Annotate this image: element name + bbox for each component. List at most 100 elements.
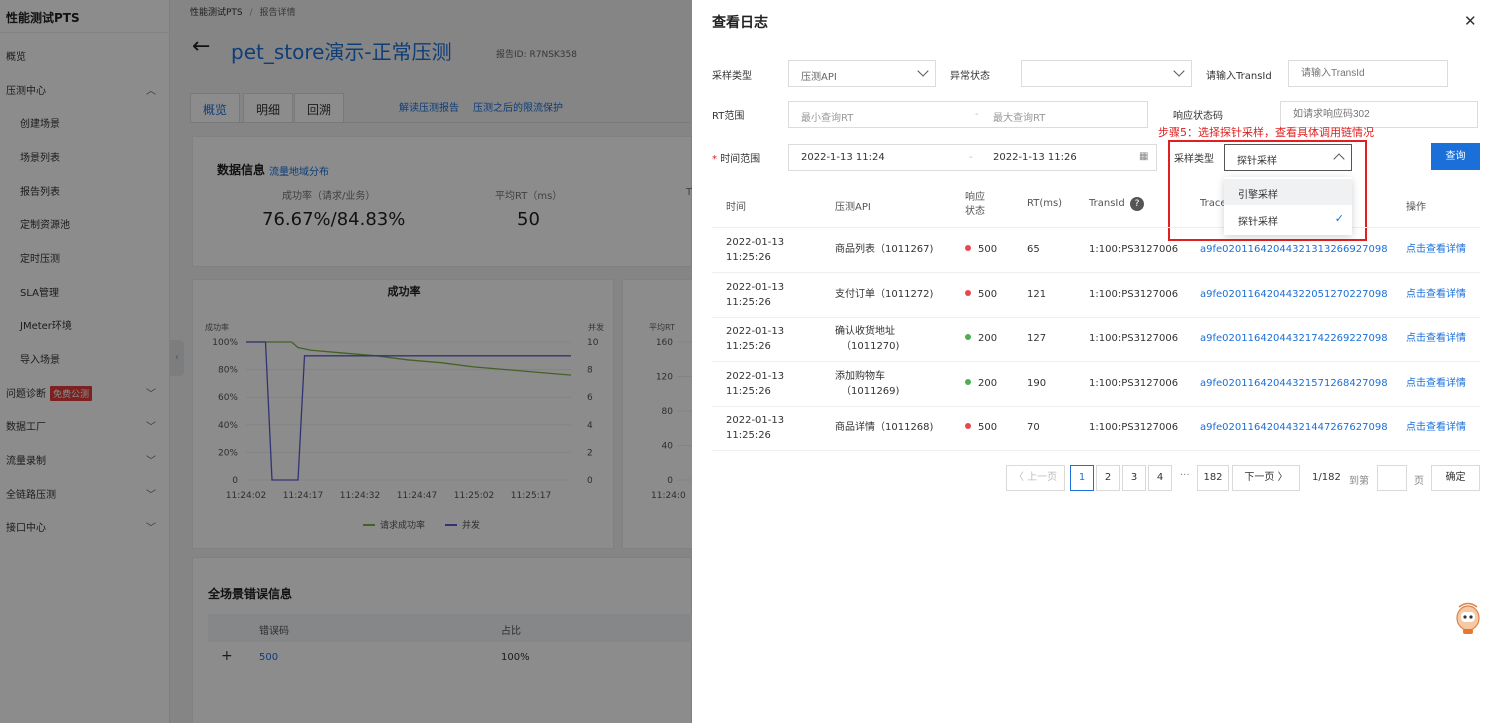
row-time: 11:25:26 xyxy=(726,385,771,397)
view-detail-link[interactable]: 点击查看详情 xyxy=(1406,333,1466,344)
col-rt: RT(ms) xyxy=(1027,198,1063,209)
row-rt: 65 xyxy=(1027,244,1040,255)
sampling-dropdown: 引擎采样 探针采样 ✓ xyxy=(1224,177,1352,235)
checkmark-icon: ✓ xyxy=(1334,212,1344,225)
table-cell: 190 xyxy=(1027,376,1046,391)
prev-page-button[interactable]: 〈 上一页 xyxy=(1006,465,1065,491)
chevron-down-icon xyxy=(1173,65,1185,77)
table-cell: 1:100:PS3127006 xyxy=(1089,420,1178,435)
goto-page-input[interactable] xyxy=(1377,465,1407,491)
time-range-picker[interactable]: 2022-1-13 11:24 - 2022-1-13 11:26 ▦ xyxy=(788,144,1157,171)
table-cell: 500 xyxy=(965,287,997,302)
time-range-label: * 时间范围 xyxy=(712,150,760,165)
col-trace: Trace xyxy=(1200,198,1227,209)
rt-min-input[interactable]: 最小查询RT xyxy=(801,113,853,124)
query-button[interactable]: 查询 xyxy=(1431,143,1480,170)
page-4[interactable]: 4 xyxy=(1148,465,1172,491)
row-trace-link[interactable]: a9fe0201164204432157126842709​8 xyxy=(1200,378,1388,389)
time-range-dash: - xyxy=(969,152,973,163)
view-detail-link[interactable]: 点击查看详情 xyxy=(1406,289,1466,300)
table-row: 2022-01-13 11:25:26 添加购物车 （1011269) 200 190 1:… xyxy=(712,362,1480,407)
drawer-title: 查看日志 xyxy=(712,15,768,31)
row-transid: 1:100:PS3127006 xyxy=(1089,333,1179,344)
log-drawer: 查看日志 ✕ 采样类型 压测API 异常状态 请输入TransId RT范围 最… xyxy=(692,0,1500,723)
table-cell: a9fe0201164204432174226922709​8 xyxy=(1200,331,1388,346)
row-time: 11:25:26 xyxy=(726,296,771,308)
row-api: 支付订单（1011272) xyxy=(835,288,934,300)
row-rt: 70 xyxy=(1027,422,1040,433)
view-detail-link[interactable]: 点击查看详情 xyxy=(1406,244,1466,255)
table-cell: 2022-01-13 11:25:26 xyxy=(726,369,784,399)
row-trace-link[interactable]: a9fe0201164204432174226922709​8 xyxy=(1200,333,1388,344)
col-action: 操作 xyxy=(1406,202,1426,213)
help-icon[interactable]: ? xyxy=(1130,197,1144,211)
status-dot xyxy=(965,289,971,296)
table-cell: 商品详情（1011268) xyxy=(835,420,933,435)
row-date: 2022-01-13 xyxy=(726,326,785,337)
col-api: 压测API xyxy=(835,202,871,213)
goto-confirm-button[interactable]: 确定 xyxy=(1431,465,1480,491)
table-cell: 添加购物车 （1011269) xyxy=(835,369,899,399)
row-transid: 1:100:PS3127006 xyxy=(1089,377,1179,389)
rt-range-input[interactable]: 最小查询RT - 最大查询RT xyxy=(788,101,1148,128)
view-detail-link[interactable]: 点击查看详情 xyxy=(1406,378,1466,389)
table-cell: 121 xyxy=(1027,287,1046,302)
page-3[interactable]: 3 xyxy=(1122,465,1146,491)
table-cell: 200 xyxy=(965,331,997,346)
rt-max-input[interactable]: 最大查询RT xyxy=(993,109,1045,124)
modal-backdrop[interactable] xyxy=(0,0,692,723)
view-detail-link[interactable]: 点击查看详情 xyxy=(1406,422,1466,433)
table-cell: a9fe0201164204432157126842709​8 xyxy=(1200,376,1388,391)
table-cell: 点击查看详情 xyxy=(1406,287,1466,302)
row-api: 商品列表（1011267) xyxy=(835,244,934,255)
row-rt: 190 xyxy=(1027,377,1047,389)
transid-label: 请输入TransId xyxy=(1206,71,1272,82)
table-cell: 1:100:PS3127006 xyxy=(1089,376,1178,391)
next-page-button[interactable]: 下一页 〉 xyxy=(1232,465,1300,491)
sampling-type-select[interactable]: 探针采样 xyxy=(1224,144,1352,171)
table-cell: 点击查看详情 xyxy=(1406,420,1466,435)
time-start[interactable]: 2022-1-13 11:24 xyxy=(801,152,885,163)
table-row: 2022-01-13 11:25:26 商品详情（1011268) 500 70 1:10… xyxy=(712,406,1480,451)
table-cell: 确认收货地址 （1011270) xyxy=(835,324,899,354)
row-trace-link[interactable]: a9fe0201164204432205127022709​8 xyxy=(1200,289,1388,300)
dropdown-option-engine[interactable]: 引擎采样 xyxy=(1224,179,1352,205)
page-last[interactable]: 182 xyxy=(1197,465,1229,491)
page-1[interactable]: 1 xyxy=(1070,465,1094,491)
table-cell: 500 xyxy=(965,420,997,435)
table-cell: 1:100:PS3127006 xyxy=(1089,287,1178,302)
row-api: 添加购物车 xyxy=(835,370,885,382)
table-cell: a9fe020116420443213132669270​98 xyxy=(1200,242,1388,257)
table-cell: a9fe0201164204432144726762709​8 xyxy=(1200,420,1388,435)
status-dot xyxy=(965,245,971,251)
rt-range-dash: - xyxy=(975,109,979,120)
error-state-select[interactable] xyxy=(1021,60,1192,87)
row-transid: 1:100:PS3127006 xyxy=(1089,244,1179,255)
assistant-mascot-icon[interactable] xyxy=(1454,598,1482,636)
time-end[interactable]: 2022-1-13 11:26 xyxy=(993,152,1077,163)
table-cell: 70 xyxy=(1027,420,1040,435)
required-mark: * xyxy=(712,154,717,165)
table-cell: 1:100:PS3127006 xyxy=(1089,242,1178,257)
row-time: 11:25:26 xyxy=(726,430,771,441)
row-trace-link[interactable]: a9fe020116420443213132669270​98 xyxy=(1200,244,1388,255)
status-code-label: 响应状态码 xyxy=(1173,111,1223,122)
col-status: 响应状态 xyxy=(965,192,985,217)
row-trace-link[interactable]: a9fe0201164204432144726762709​8 xyxy=(1200,422,1388,433)
page-2[interactable]: 2 xyxy=(1096,465,1120,491)
sample-type-select[interactable]: 压测API xyxy=(788,60,936,87)
table-row: 2022-01-13 11:25:26 商品列表（1011267) 500 65 1:10… xyxy=(712,228,1480,273)
dropdown-option-probe[interactable]: 探针采样 ✓ xyxy=(1224,206,1352,232)
row-api-id: （1011270) xyxy=(841,341,900,352)
table-cell: 2022-01-13 11:25:26 xyxy=(726,324,784,354)
row-date: 2022-01-13 xyxy=(726,370,785,382)
pagination-ellipsis: ··· xyxy=(1180,470,1190,481)
sample-type-value: 压测API xyxy=(801,72,837,83)
table-row: 2022-01-13 11:25:26 支付订单（1011272) 500 121 1:1… xyxy=(712,273,1480,318)
transid-input[interactable] xyxy=(1288,60,1448,87)
page-total: 1/182 xyxy=(1312,472,1341,483)
close-icon[interactable]: ✕ xyxy=(1464,12,1477,30)
sampling-type-value: 探针采样 xyxy=(1237,156,1277,167)
table-row: 2022-01-13 11:25:26 确认收货地址 （1011270) 200 127 1… xyxy=(712,317,1480,362)
sampling-type-label: 采样类型 xyxy=(1174,154,1214,165)
